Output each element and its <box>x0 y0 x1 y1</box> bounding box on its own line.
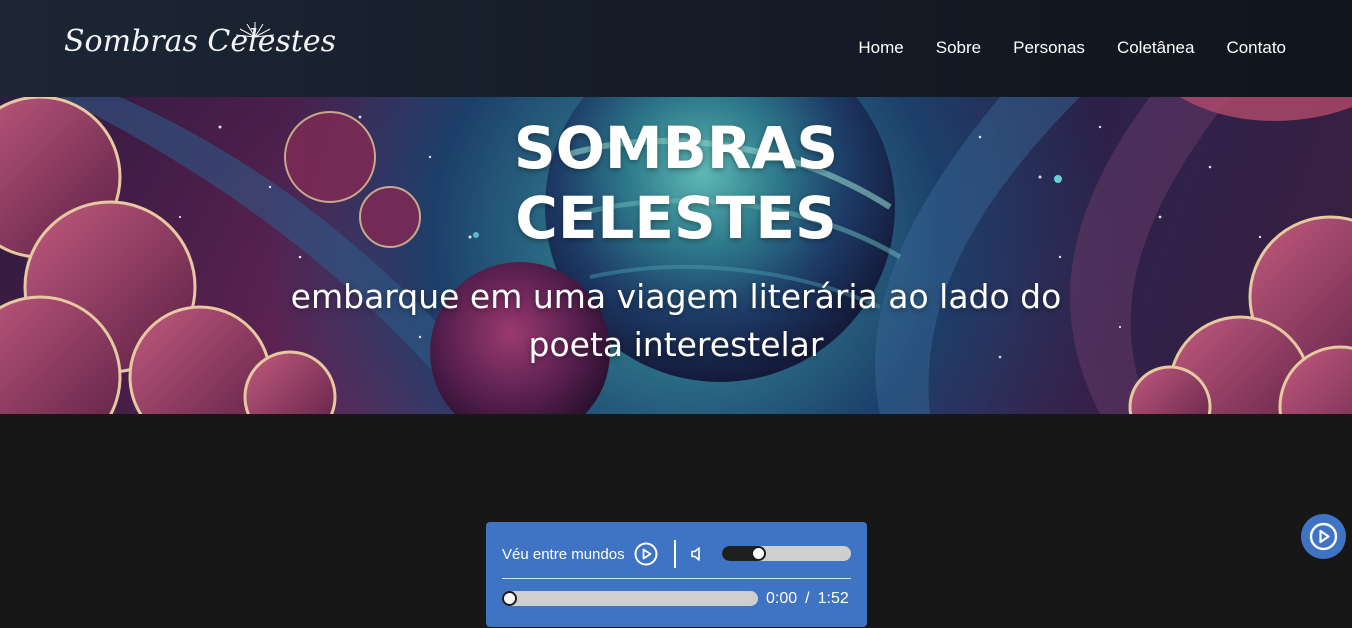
nav-link-personas[interactable]: Personas <box>1013 37 1085 59</box>
nav-link-contato[interactable]: Contato <box>1226 37 1286 59</box>
hero-title-line-1: SOMBRAS <box>513 114 839 182</box>
time-display: 0:00 / 1:52 <box>766 590 849 608</box>
duration: 1:52 <box>817 590 849 607</box>
audio-player: Véu entre mundos 0:00 / 1:52 <box>486 522 867 627</box>
time-separator: / <box>805 590 810 607</box>
site-header: Sombras Celestes Home Sobre Personas Col… <box>0 0 1352 97</box>
volume-slider-handle[interactable] <box>750 546 766 561</box>
play-circle-icon[interactable] <box>634 542 658 566</box>
nav-link-home[interactable]: Home <box>858 37 903 59</box>
volume-slider[interactable] <box>722 546 851 561</box>
nav-link-coletanea[interactable]: Coletânea <box>1117 37 1195 59</box>
floating-play-button[interactable] <box>1301 514 1346 559</box>
current-time: 0:00 <box>766 590 798 607</box>
progress-slider-handle[interactable] <box>502 591 517 606</box>
speaker-icon[interactable] <box>689 545 707 563</box>
hero-banner: SOMBRAS CELESTES embarque em uma viagem … <box>0 97 1352 414</box>
progress-slider[interactable] <box>502 591 758 606</box>
logo-text: Sombras Celestes <box>64 24 337 59</box>
track-title: Véu entre mundos <box>502 546 625 563</box>
main-nav: Home Sobre Personas Coletânea Contato <box>858 37 1286 59</box>
logo-rays-decoration <box>235 22 275 38</box>
hero-title: SOMBRAS CELESTES <box>0 113 1352 253</box>
logo[interactable]: Sombras Celestes <box>64 20 336 66</box>
hero-title-line-2: CELESTES <box>515 184 837 252</box>
player-separator <box>674 540 676 568</box>
hero-subtitle: embarque em uma viagem literária ao lado… <box>290 277 1062 364</box>
play-circle-icon <box>1309 522 1338 551</box>
nav-link-sobre[interactable]: Sobre <box>936 37 981 59</box>
player-divider <box>502 578 851 579</box>
